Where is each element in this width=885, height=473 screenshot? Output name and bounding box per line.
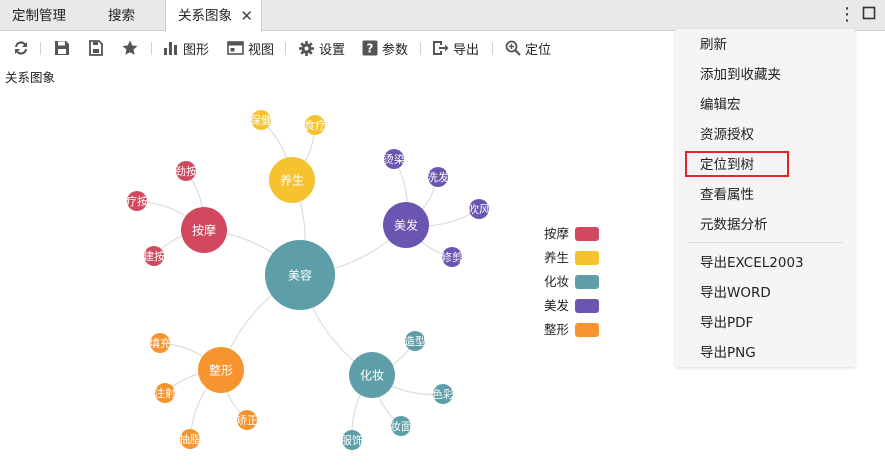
graph-leaf-node-label: 矫正 [236,414,258,427]
locate-button[interactable]: 定位 [505,38,551,58]
graph-leaf-node-label: 疗按 [126,194,148,208]
legend-item[interactable]: 化妆 [544,274,604,290]
legend-swatch [575,323,599,337]
bar-chart-icon [163,40,179,56]
menu-item-export-excel[interactable]: 导出EXCEL2003 [700,254,804,272]
toolbar-divider [40,42,41,55]
star-icon [121,39,139,57]
close-icon[interactable]: ✕ [240,0,253,33]
menu-item-export-png[interactable]: 导出PNG [700,344,756,362]
menu-item-metadata-analysis[interactable]: 元数据分析 [700,216,768,234]
locate-label: 定位 [525,42,552,58]
menu-item-resource-auth[interactable]: 资源授权 [700,126,754,144]
graph-group-node-label: 养生 [280,172,304,187]
graph-leaf-node-label: 色彩 [432,387,454,401]
chart-button[interactable]: 图形 [163,38,209,58]
graph-group-node-label: 美发 [394,217,418,232]
graph-leaf-node-label: 吹风 [468,203,490,216]
graph-leaf-node-label: 烫染 [383,152,405,166]
tab-search[interactable]: 搜索 [96,0,166,31]
tab-label: 搜索 [108,8,135,24]
graph-leaf-node-label: 注射 [154,386,176,400]
graph-leaf-node-label: 妆面 [390,420,412,433]
graph-leaf-node-label: 劲按 [175,164,197,178]
graph-leaf-node-label: 建按 [143,249,165,263]
context-menu: 刷新 添加到收藏夹 编辑宏 资源授权 定位到树 查看属性 元数据分析 导出EXC… [675,29,855,367]
zoom-search-icon [505,40,521,56]
menu-item-refresh[interactable]: 刷新 [700,36,727,54]
export-icon [432,40,449,56]
toolbar-divider [151,42,152,55]
legend-item[interactable]: 养生 [544,250,604,266]
legend-label: 美发 [544,298,570,313]
graph-leaf-node-label: 食疗 [304,118,326,132]
legend-swatch [575,299,599,313]
graph-leaf-node-label: 修剪 [441,250,463,264]
content-title: 关系图象 [5,70,56,85]
legend-item[interactable]: 整形 [544,322,604,338]
export-label: 导出 [453,42,480,58]
tab-custom-management[interactable]: 定制管理 [0,0,82,31]
graph-root-node-label: 美容 [288,267,312,282]
menu-item-locate-tree[interactable]: 定位到树 [700,156,754,174]
svg-text:?: ? [367,42,374,56]
save-icon [53,39,71,57]
graph-leaf-node-label: 填充 [149,336,171,350]
tab-bar: 定制管理 搜索 关系图象 ✕ ⋮ [0,0,885,32]
view-button[interactable]: 视图 [227,38,274,58]
favorite-button[interactable] [121,38,139,58]
refresh-button[interactable] [12,38,30,58]
toolbar-divider [285,42,286,55]
graph-leaf-node-label: 抽脂 [179,432,201,446]
gear-icon [298,40,315,57]
menu-item-add-favorite[interactable]: 添加到收藏夹 [700,66,781,84]
legend-label: 按摩 [544,226,570,241]
legend-item[interactable]: 按摩 [544,226,604,242]
save-as-icon [87,39,105,57]
tab-label: 定制管理 [12,8,66,24]
view-icon [227,40,244,56]
legend-label: 整形 [544,322,570,337]
params-label: 参数 [382,42,409,58]
graph-group-node-label: 整形 [209,362,233,377]
legend-label: 化妆 [544,274,570,289]
graph-leaf-node-label: 造型 [404,334,426,348]
relationship-graph: 美容 劲按疗按建按 按摩 保健 食疗养生 烫染洗发吹风修剪 美发造型色彩妆面服饰 化妆 填充注射… [126,110,490,450]
view-label: 视图 [248,42,275,58]
menu-item-view-properties[interactable]: 查看属性 [700,186,754,204]
tab-relationship-graph[interactable]: 关系图象 ✕ [165,0,262,32]
settings-label: 设置 [319,42,346,58]
save-as-button[interactable] [87,38,105,58]
menu-item-export-pdf[interactable]: 导出PDF [700,314,753,332]
graph-group-node-label: 按摩 [192,222,216,237]
legend-item[interactable]: 美发 [544,298,604,314]
params-button[interactable]: ? 参数 [362,38,408,58]
maximize-icon[interactable] [862,4,876,26]
graph-leaf-node-label: 保健 [250,113,272,127]
graph-leaf-node-label: 洗发 [427,170,449,184]
graph-group-node-label: 化妆 [360,368,384,382]
refresh-icon [12,39,30,57]
toolbar-divider [420,42,421,55]
question-icon: ? [362,40,378,56]
menu-divider [687,242,843,243]
legend-swatch [575,227,599,241]
toolbar-divider [492,42,493,55]
menu-item-edit-macro[interactable]: 编辑宏 [700,96,741,114]
menu-item-export-word[interactable]: 导出WORD [700,284,771,302]
save-button[interactable] [53,38,71,58]
tab-label: 关系图象 [178,8,232,24]
settings-button[interactable]: 设置 [298,38,345,58]
more-options-icon[interactable]: ⋮ [838,3,856,27]
legend-label: 养生 [544,250,570,265]
legend-swatch [575,275,599,289]
export-button[interactable]: 导出 [432,38,479,58]
chart-label: 图形 [183,42,210,58]
legend-swatch [575,251,599,265]
graph-leaf-node-label: 服饰 [341,433,363,447]
